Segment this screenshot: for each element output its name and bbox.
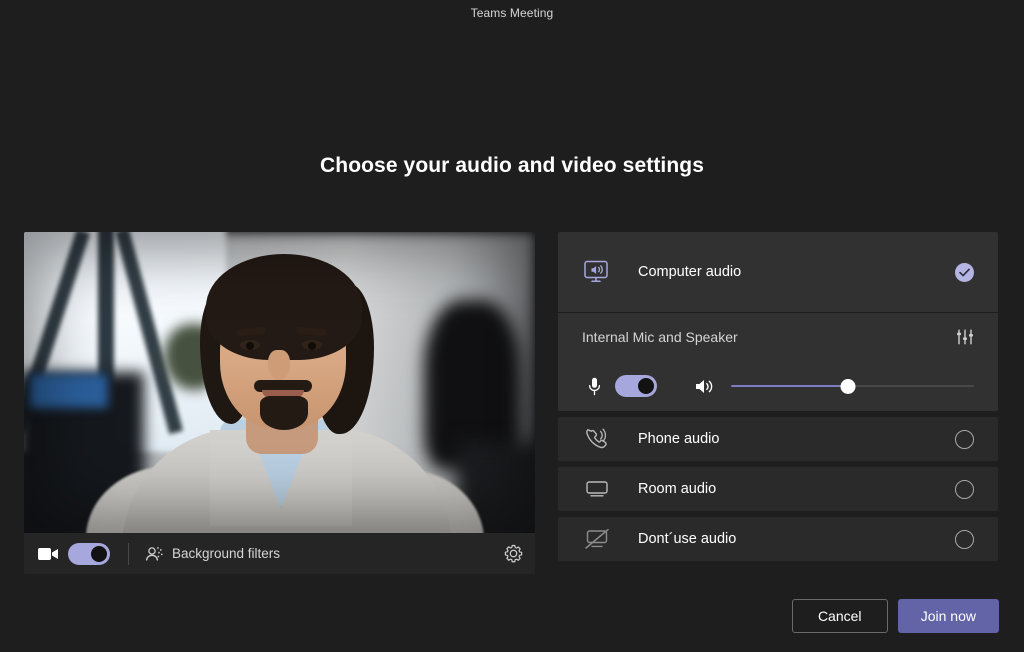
selected-device-name: Internal Mic and Speaker — [582, 329, 956, 345]
audio-sliders-icon[interactable] — [956, 329, 974, 345]
audio-option-phone-audio-label: Phone audio — [638, 431, 955, 447]
title-bar: Teams Meeting — [0, 0, 1024, 26]
background-filters-icon — [145, 546, 163, 562]
control-bar-divider — [128, 543, 129, 565]
camera-preview — [24, 232, 535, 533]
volume-slider[interactable] — [731, 377, 974, 395]
audio-option-room-audio: Room audio — [558, 467, 998, 511]
selected-device-row[interactable]: Internal Mic and Speaker — [558, 312, 998, 361]
camera-icon — [38, 547, 58, 561]
preview-person — [24, 232, 535, 533]
video-control-bar: Background filters — [24, 533, 535, 574]
audio-option-room-audio-radio[interactable] — [955, 480, 974, 499]
audio-option-computer-audio: Computer audio Internal Mic and Speaker — [558, 232, 998, 411]
window-title: Teams Meeting — [471, 6, 554, 20]
audio-option-room-audio-row[interactable]: Room audio — [558, 467, 998, 511]
audio-option-phone-audio: Phone audio — [558, 417, 998, 461]
gear-icon[interactable] — [504, 544, 523, 563]
audio-option-dont-use-audio-label: Dont´use audio — [638, 531, 955, 547]
camera-toggle[interactable] — [68, 543, 110, 565]
audio-option-dont-use-audio-row[interactable]: Dont´use audio — [558, 517, 998, 561]
background-filters-label[interactable]: Background filters — [172, 546, 280, 561]
cancel-button[interactable]: Cancel — [792, 599, 888, 633]
audio-option-dont-use-audio: Dont´use audio — [558, 517, 998, 561]
footer-actions: Cancel Join now — [792, 599, 999, 633]
microphone-toggle-knob — [638, 378, 654, 394]
volume-slider-thumb[interactable] — [840, 379, 855, 394]
phone-audio-icon — [582, 428, 612, 450]
video-preview-panel: Background filters — [24, 232, 535, 574]
audio-option-phone-audio-row[interactable]: Phone audio — [558, 417, 998, 461]
audio-options-list: Computer audio Internal Mic and Speaker — [558, 232, 998, 567]
mic-and-volume-row — [558, 361, 998, 411]
camera-toggle-knob — [91, 546, 107, 562]
microphone-icon — [588, 377, 601, 396]
audio-option-computer-audio-radio[interactable] — [955, 263, 974, 282]
no-audio-icon — [582, 529, 612, 549]
volume-slider-fill — [731, 385, 848, 387]
computer-audio-icon — [582, 260, 612, 284]
microphone-toggle[interactable] — [615, 375, 657, 397]
audio-option-computer-audio-row[interactable]: Computer audio — [558, 232, 998, 312]
page-title: Choose your audio and video settings — [0, 154, 1024, 178]
audio-option-room-audio-label: Room audio — [638, 481, 955, 497]
audio-option-phone-audio-radio[interactable] — [955, 430, 974, 449]
audio-option-dont-use-audio-radio[interactable] — [955, 530, 974, 549]
audio-option-computer-audio-label: Computer audio — [638, 264, 955, 280]
join-now-button[interactable]: Join now — [898, 599, 999, 633]
teams-prejoin-screen: Teams Meeting Choose your audio and vide… — [0, 0, 1024, 652]
speaker-icon — [695, 378, 715, 395]
room-audio-icon — [582, 480, 612, 498]
